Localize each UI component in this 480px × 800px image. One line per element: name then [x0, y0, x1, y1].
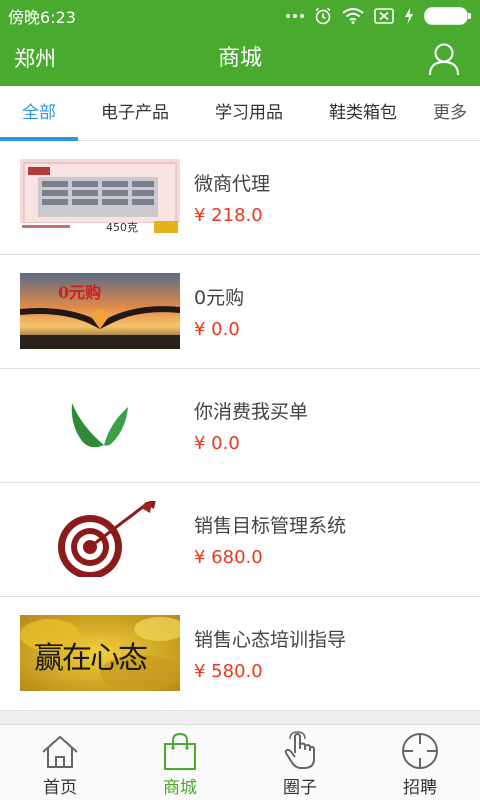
- more-dots-icon: [286, 13, 304, 19]
- tab-label: 学习用品: [215, 103, 283, 123]
- city-selector[interactable]: 郑州: [14, 32, 56, 86]
- tab-more[interactable]: 更多: [420, 86, 480, 141]
- bottom-nav: 首页 商城 圈子 招聘: [0, 724, 480, 800]
- product-name: 0元购: [194, 287, 245, 309]
- thumb-label: 0元购: [58, 283, 102, 302]
- product-list[interactable]: 450克 微商代理 ¥ 218.0 0元购 0元购 ¥ 0.0 你消费我买单 ¥…: [0, 141, 480, 724]
- tab-label: 鞋类箱包: [329, 103, 397, 123]
- tab-label: 更多: [433, 103, 467, 123]
- nav-label: 圈子: [283, 778, 317, 798]
- tab-shoes-bags[interactable]: 鞋类箱包: [306, 86, 420, 141]
- tab-all[interactable]: 全部: [0, 86, 78, 141]
- sim-icon: [374, 8, 394, 24]
- product-name: 微商代理: [194, 173, 271, 195]
- product-thumbnail: 450克: [20, 159, 180, 235]
- tab-study-supplies[interactable]: 学习用品: [192, 86, 306, 141]
- product-item[interactable]: 销售目标管理系统 ¥ 680.0: [0, 483, 480, 597]
- status-time: 傍晚6:23: [8, 8, 76, 27]
- category-tabs: 全部 电子产品 学习用品 鞋类箱包 更多: [0, 86, 480, 141]
- tab-label: 电子产品: [101, 103, 169, 123]
- home-icon: [40, 731, 80, 771]
- nav-item-mall[interactable]: 商城: [120, 725, 240, 800]
- product-item[interactable]: 450克 微商代理 ¥ 218.0: [0, 141, 480, 255]
- tab-electronics[interactable]: 电子产品: [78, 86, 192, 141]
- leaf-logo-icon: [20, 387, 180, 463]
- nav-item-recruit[interactable]: 招聘: [360, 725, 480, 800]
- tab-label: 全部: [22, 103, 56, 123]
- product-thumbnail: [20, 387, 180, 463]
- product-price: ¥ 0.0: [194, 433, 240, 454]
- status-icons: [286, 7, 472, 25]
- product-price: ¥ 218.0: [194, 205, 263, 226]
- app-header: 郑州 商城: [0, 32, 480, 86]
- page-title: 商城: [217, 46, 262, 71]
- user-icon[interactable]: [428, 42, 460, 76]
- shopping-bag-icon: [160, 731, 200, 771]
- product-price: ¥ 680.0: [194, 547, 263, 568]
- battery-icon: [424, 7, 472, 25]
- product-item[interactable]: 你消费我买单 ¥ 0.0: [0, 369, 480, 483]
- product-thumbnail: [20, 501, 180, 577]
- alarm-icon: [314, 7, 332, 25]
- status-bar: 傍晚6:23: [0, 0, 480, 32]
- thumb-label: 赢在心态: [34, 641, 148, 676]
- product-item[interactable]: 0元购 0元购 ¥ 0.0: [0, 255, 480, 369]
- nav-item-home[interactable]: 首页: [0, 725, 120, 800]
- thumb-label: 450克: [106, 221, 138, 234]
- product-thumbnail: 赢在心态: [20, 615, 180, 691]
- wifi-icon: [342, 8, 364, 24]
- nav-item-circle[interactable]: 圈子: [240, 725, 360, 800]
- product-name: 销售目标管理系统: [194, 515, 347, 537]
- nav-label: 首页: [43, 778, 77, 798]
- product-price: ¥ 0.0: [194, 319, 240, 340]
- product-name: 你消费我买单: [194, 401, 309, 423]
- crosshair-icon: [400, 731, 440, 771]
- nav-label: 招聘: [403, 778, 437, 798]
- nav-label: 商城: [163, 778, 197, 798]
- product-thumbnail: 0元购: [20, 273, 180, 349]
- product-name: 销售心态培训指导: [194, 629, 347, 651]
- hand-pointer-icon: [280, 731, 320, 771]
- target-arrow-icon: [20, 501, 180, 577]
- product-item[interactable]: 赢在心态 销售心态培训指导 ¥ 580.0: [0, 597, 480, 711]
- product-price: ¥ 580.0: [194, 661, 263, 682]
- app-screen: 傍晚6:23 郑州 商城 全部 电子产品 学习用品 鞋类箱包 更多 450克 微…: [0, 0, 480, 800]
- charging-icon: [404, 8, 414, 24]
